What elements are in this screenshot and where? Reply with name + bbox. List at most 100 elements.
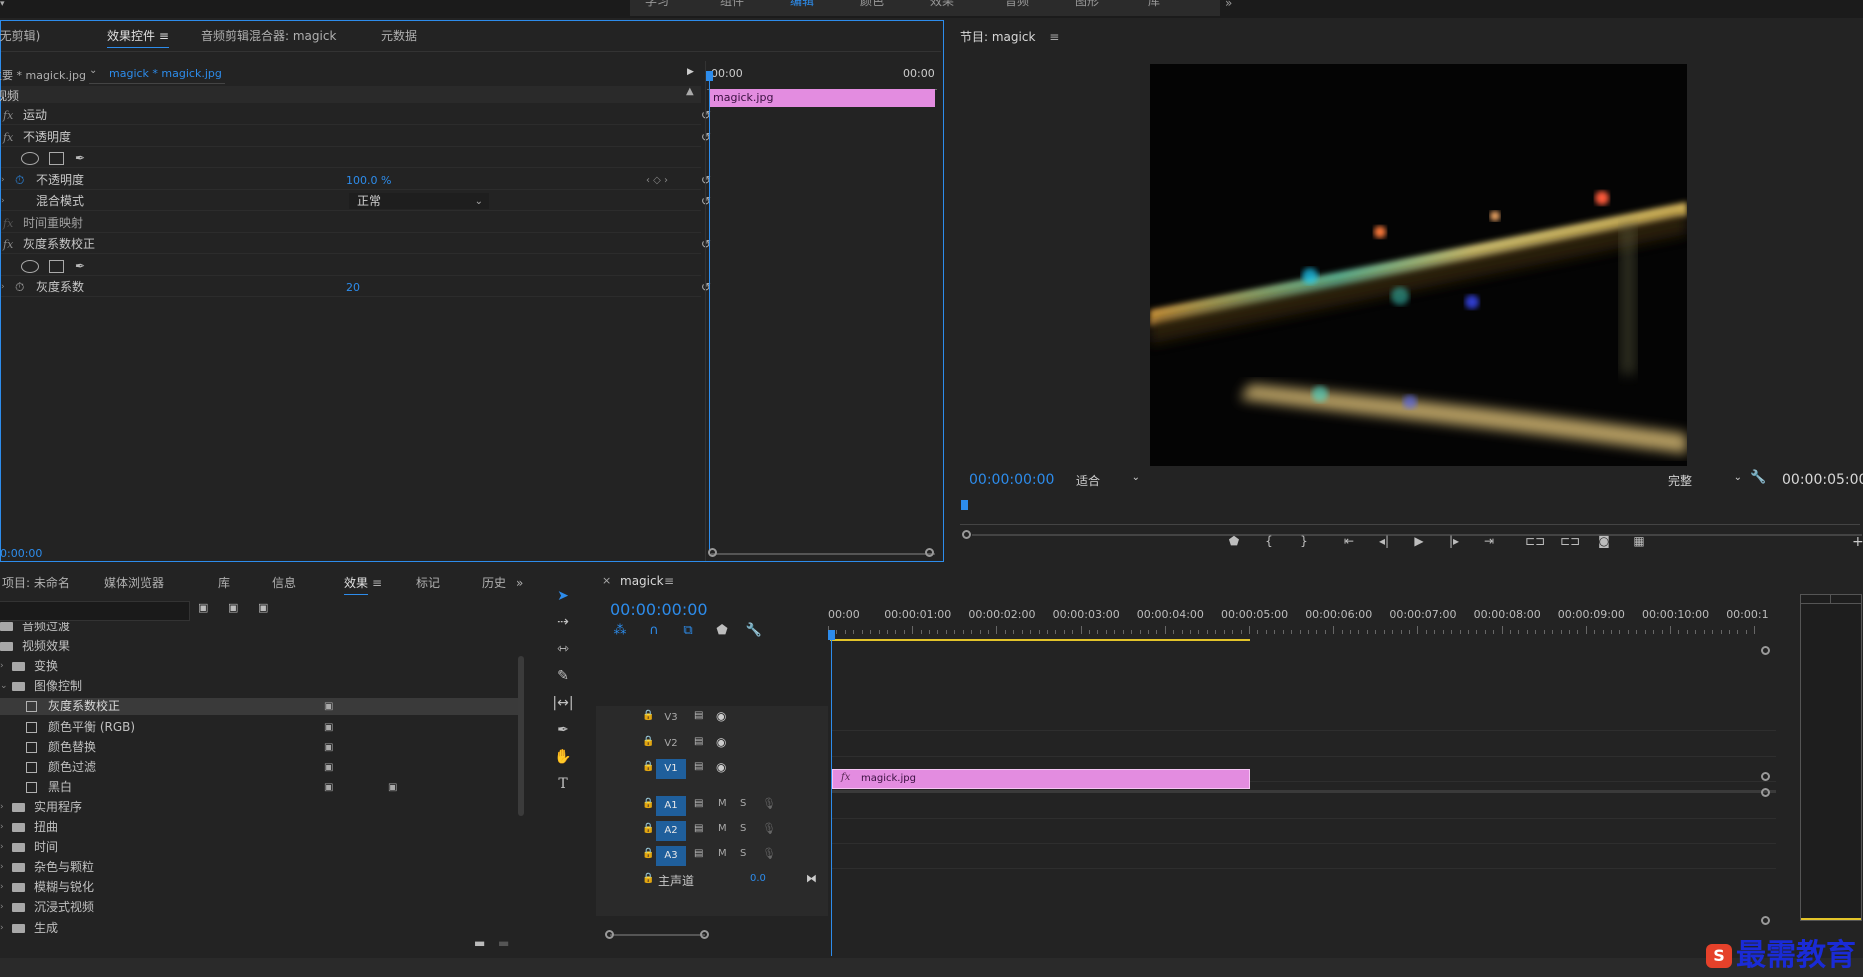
program-scroll-handle-icon[interactable] xyxy=(962,530,971,539)
fx-toggle-icon[interactable]: fx xyxy=(3,215,13,232)
fx-toggle-icon[interactable]: fx xyxy=(3,129,13,146)
vertical-zoom-handle-bottom-icon[interactable] xyxy=(1761,916,1770,925)
extract-icon[interactable]: ⊏⊐ xyxy=(1560,534,1580,548)
mute-button[interactable]: M xyxy=(718,848,727,859)
ec-zoom-scroll[interactable] xyxy=(711,553,935,555)
vertical-zoom-handle-top-icon[interactable] xyxy=(1761,646,1770,655)
ec-playhead-handle-icon[interactable] xyxy=(706,71,713,81)
work-area-bar[interactable] xyxy=(830,639,1250,641)
eye-icon[interactable]: ◉ xyxy=(716,760,726,774)
expand-arrow-icon[interactable]: › xyxy=(1,172,5,189)
vertical-zoom-handle-icon[interactable] xyxy=(1761,772,1770,781)
stopwatch-icon[interactable]: ⏱ xyxy=(15,172,24,189)
mute-button[interactable]: M xyxy=(718,798,727,809)
audio-track-header[interactable]: 🔒 A1 ▤ M S 🎙 xyxy=(596,794,828,818)
video-track-header[interactable]: 🔒 V2 ▤ ◉ xyxy=(596,732,828,756)
effect-item[interactable]: 颜色替换 ▣ xyxy=(0,739,518,756)
effects-folder[interactable]: › 杂色与颗粒 xyxy=(0,859,518,876)
workspace-tab[interactable]: 库 xyxy=(1148,0,1160,9)
effect-item[interactable]: 颜色过滤 ▣ xyxy=(0,759,518,776)
sync-lock-icon[interactable]: ▤ xyxy=(694,710,703,721)
expand-arrow-icon[interactable]: › xyxy=(0,879,4,896)
ellipse-mask-icon[interactable] xyxy=(21,152,39,165)
effects-folder[interactable]: › 模糊与锐化 xyxy=(0,879,518,896)
track-target[interactable]: A2 xyxy=(656,821,686,841)
clip-dropdown-arrow-icon[interactable]: ⌄ xyxy=(89,65,97,76)
track-target[interactable]: V3 xyxy=(656,708,686,728)
wrench-icon[interactable]: 🔧 xyxy=(744,622,764,640)
workspace-tab[interactable]: 颜色 xyxy=(860,0,884,9)
timeline-timecode[interactable]: 00:00:00:00 xyxy=(610,600,708,619)
track-lane[interactable] xyxy=(832,844,1776,869)
param-value[interactable]: 20 xyxy=(346,279,360,296)
workspace-tab[interactable]: 编辑 xyxy=(790,0,814,9)
fx-toggle-icon[interactable]: fx xyxy=(3,107,13,124)
microphone-icon[interactable]: 🎙 xyxy=(762,797,776,810)
add-button-icon[interactable]: + xyxy=(1852,534,1863,550)
mark-out-icon[interactable]: } xyxy=(1295,534,1313,548)
delete-icon[interactable]: ▬ xyxy=(498,936,509,950)
go-to-end-icon[interactable]: ⧓ xyxy=(806,872,817,885)
go-to-out-icon[interactable]: ⇥ xyxy=(1480,534,1498,548)
effect-item[interactable]: 灰度系数校正 ▣ xyxy=(0,698,518,716)
add-marker-icon[interactable]: ⬟ xyxy=(1225,534,1243,548)
ellipse-mask-icon[interactable] xyxy=(21,259,39,273)
workspace-tab[interactable]: 图形 xyxy=(1075,0,1099,9)
video-track-header[interactable]: 🔒 V3 ▤ ◉ xyxy=(596,706,828,730)
sync-lock-icon[interactable]: ▤ xyxy=(694,798,703,809)
accelerated-effects-icon[interactable]: ▣ xyxy=(198,601,208,614)
sync-lock-icon[interactable]: ▤ xyxy=(694,736,703,747)
add-marker-icon[interactable]: ⬟ xyxy=(712,622,732,640)
effect-row[interactable]: fx 灰度系数校正 ↺ xyxy=(1,236,711,253)
wrench-icon[interactable]: 🔧 xyxy=(1750,470,1766,485)
effect-param-row[interactable]: › ⏱ 灰度系数 20 ↺ xyxy=(1,279,711,296)
project-tab[interactable]: 项目: 未命名 xyxy=(2,572,70,594)
yuv-effects-icon[interactable]: ▣ xyxy=(258,601,268,614)
expand-arrow-icon[interactable]: › xyxy=(0,839,4,856)
panel-menu-icon[interactable]: ≡ xyxy=(664,574,674,588)
effect-param-row[interactable]: › 混合模式 正常 ⌄ ↺ xyxy=(1,193,711,210)
ec-clip-bar[interactable]: magick.jpg xyxy=(709,89,935,107)
track-lane[interactable] xyxy=(832,794,1776,819)
close-icon[interactable]: × xyxy=(602,574,611,587)
effect-item[interactable]: 黑白 ▣ ▣ xyxy=(0,779,518,796)
blend-mode-dropdown[interactable]: 正常 ⌄ xyxy=(349,193,489,209)
lock-icon[interactable]: 🔒 xyxy=(642,761,654,772)
microphone-icon[interactable]: 🎙 xyxy=(762,847,776,860)
effects-scrollbar[interactable] xyxy=(518,656,524,816)
ec-zoom-handle-left-icon[interactable] xyxy=(708,548,717,557)
play-only-audio-icon[interactable]: ▶ xyxy=(687,67,694,77)
effects-folder[interactable]: › 时间 xyxy=(0,839,518,856)
pen-mask-icon[interactable]: ✒ xyxy=(75,150,85,167)
microphone-icon[interactable]: 🎙 xyxy=(762,822,776,835)
pen-tool-icon[interactable]: ✒ xyxy=(552,720,574,740)
lock-icon[interactable]: 🔒 xyxy=(642,823,654,834)
eye-icon[interactable]: ◉ xyxy=(716,735,726,749)
track-select-tool-icon[interactable]: ⇢ xyxy=(552,612,574,632)
snap-icon[interactable]: ∩ xyxy=(644,622,664,640)
solo-button[interactable]: S xyxy=(740,848,746,859)
master-track-header[interactable]: 🔒 主声道 0.0 ⧓ xyxy=(596,870,828,892)
selection-tool-icon[interactable]: ➤ xyxy=(552,586,574,606)
effects-folder[interactable]: › 变换 xyxy=(0,658,518,675)
param-value[interactable]: 100.0 % xyxy=(346,172,391,189)
timeline-scroll-left-icon[interactable] xyxy=(605,930,614,939)
effects-folder[interactable]: 音频过渡 xyxy=(0,622,518,635)
effects-folder[interactable]: › 扭曲 xyxy=(0,819,518,836)
track-target[interactable]: A1 xyxy=(656,796,686,816)
linked-selection-icon[interactable]: ⧉ xyxy=(678,622,698,640)
workspace-tab[interactable]: 组件 xyxy=(720,0,744,9)
track-separator[interactable] xyxy=(832,790,1776,793)
expand-arrow-icon[interactable]: › xyxy=(0,799,4,816)
slip-tool-icon[interactable]: |↔| xyxy=(552,693,574,713)
expand-arrow-icon[interactable]: › xyxy=(0,920,4,937)
panel-menu-icon[interactable]: ≡ xyxy=(372,572,382,594)
lock-icon[interactable]: 🔒 xyxy=(642,848,654,859)
comparison-view-icon[interactable]: ▦ xyxy=(1630,534,1648,548)
expand-arrow-icon[interactable]: › xyxy=(0,819,4,836)
expand-arrow-icon[interactable]: › xyxy=(1,279,5,296)
effect-item[interactable]: 颜色平衡 (RGB) ▣ xyxy=(0,719,518,736)
hand-tool-icon[interactable]: ✋ xyxy=(552,747,574,767)
tabs-overflow-icon[interactable]: » xyxy=(516,572,523,594)
expand-arrow-icon[interactable]: ⌄ xyxy=(0,678,8,695)
